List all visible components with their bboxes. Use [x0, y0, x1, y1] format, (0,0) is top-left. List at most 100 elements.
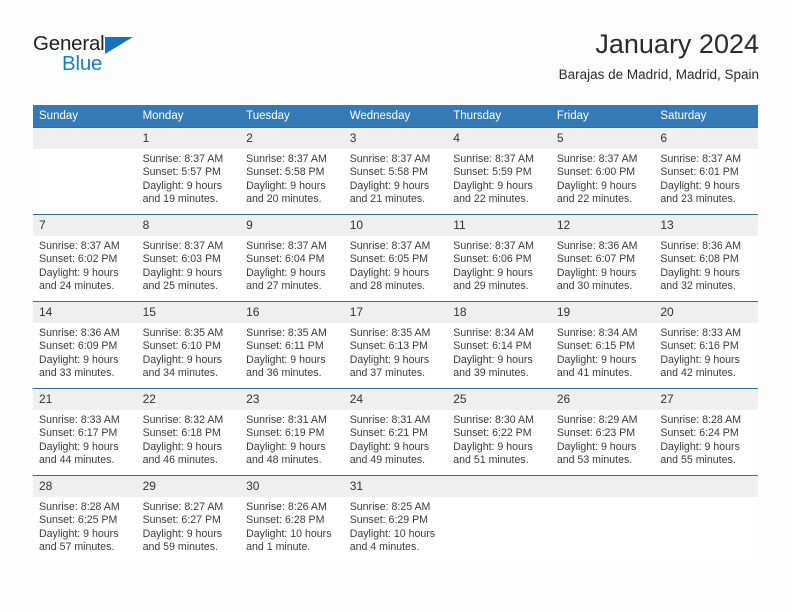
- calendar-day-cell[interactable]: 11 Sunrise: 8:37 AM Sunset: 6:06 PM Dayligh…: [447, 214, 551, 302]
- calendar-day-cell[interactable]: 21 Sunrise: 8:33 AM Sunset: 6:17 PM Dayligh…: [33, 388, 137, 476]
- day-details: Sunrise: 8:35 AM Sunset: 6:13 PM Daylight:…: [344, 323, 448, 380]
- calendar-day-cell[interactable]: 7 Sunrise: 8:37 AM Sunset: 6:02 PM Daylight…: [33, 214, 137, 302]
- calendar-day-cell[interactable]: 9 Sunrise: 8:37 AM Sunset: 6:04 PM Daylight…: [240, 214, 344, 302]
- day-detail-line: Daylight: 9 hours: [453, 353, 533, 366]
- day-detail-line: Daylight: 9 hours: [556, 440, 637, 453]
- day-number: 13: [654, 215, 758, 236]
- day-detail-line: Sunset: 6:23 PM: [556, 427, 636, 440]
- day-detail-line: Sunrise: 8:37 AM: [453, 240, 534, 252]
- day-detail-line: and 59 minutes.: [142, 540, 218, 553]
- day-detail-line: Sunrise: 8:37 AM: [349, 240, 431, 252]
- calendar-day-cell[interactable]: 29 Sunrise: 8:27 AM Sunset: 6:27 PM Dayligh…: [136, 475, 241, 562]
- day-detail-line: Sunset: 6:01 PM: [660, 166, 739, 179]
- calendar-day-cell[interactable]: 13 Sunrise: 8:36 AM Sunset: 6:08 PM Dayligh…: [654, 214, 758, 302]
- day-details: Sunrise: 8:37 AM Sunset: 6:01 PM Daylight:…: [654, 149, 758, 206]
- day-detail-line: and 1 minute.: [246, 540, 311, 553]
- calendar-day-cell[interactable]: 8 Sunrise: 8:37 AM Sunset: 6:03 PM Daylight…: [136, 214, 241, 302]
- day-detail-line: and 22 minutes.: [453, 192, 529, 205]
- day-detail-line: Daylight: 9 hours: [556, 266, 637, 279]
- logo-text-blue: Blue: [62, 52, 103, 75]
- day-number: 9: [240, 215, 344, 236]
- day-detail-line: Sunrise: 8:37 AM: [660, 153, 742, 165]
- weekday-header-friday: Friday: [550, 105, 655, 128]
- calendar-day-cell[interactable]: 15 Sunrise: 8:35 AM Sunset: 6:10 PM Dayligh…: [136, 301, 241, 389]
- day-detail-line: and 34 minutes.: [142, 366, 218, 379]
- calendar-day-cell[interactable]: 30 Sunrise: 8:26 AM Sunset: 6:28 PM Dayligh…: [240, 475, 344, 562]
- calendar-day-cell[interactable]: 3 Sunrise: 8:37 AM Sunset: 5:58 PM Daylight…: [343, 127, 448, 215]
- calendar-day-cell[interactable]: 2 Sunrise: 8:37 AM Sunset: 5:58 PM Daylight…: [240, 127, 344, 215]
- calendar-day-cell[interactable]: 28 Sunrise: 8:28 AM Sunset: 6:25 PM Dayligh…: [33, 475, 137, 562]
- day-detail-line: Sunset: 6:06 PM: [453, 253, 532, 266]
- day-details: Sunrise: 8:37 AM Sunset: 6:04 PM Daylight:…: [240, 236, 344, 293]
- calendar-day-cell[interactable]: 20 Sunrise: 8:33 AM Sunset: 6:16 PM Dayligh…: [654, 301, 758, 389]
- day-details: Sunrise: 8:37 AM Sunset: 5:57 PM Daylight:…: [137, 149, 241, 206]
- day-detail-line: Daylight: 9 hours: [246, 440, 326, 453]
- calendar-day-cell[interactable]: 24 Sunrise: 8:31 AM Sunset: 6:21 PM Dayligh…: [343, 388, 448, 476]
- day-details: Sunrise: 8:37 AM Sunset: 5:58 PM Daylight:…: [344, 149, 448, 206]
- day-detail-line: Sunset: 6:28 PM: [246, 514, 325, 527]
- day-detail-line: Sunset: 6:02 PM: [39, 253, 118, 266]
- day-details: Sunrise: 8:36 AM Sunset: 6:08 PM Daylight:…: [654, 236, 758, 293]
- day-detail-line: Sunrise: 8:32 AM: [142, 414, 224, 426]
- day-number: 11: [447, 215, 551, 236]
- day-detail-line: Sunrise: 8:28 AM: [39, 501, 120, 513]
- calendar-day-cell[interactable]: 23 Sunrise: 8:31 AM Sunset: 6:19 PM Dayligh…: [240, 388, 344, 476]
- day-detail-line: Daylight: 9 hours: [246, 179, 326, 192]
- calendar-day-cell[interactable]: 4 Sunrise: 8:37 AM Sunset: 5:59 PM Daylight…: [447, 127, 551, 215]
- calendar-day-cell[interactable]: 1 Sunrise: 8:37 AM Sunset: 5:57 PM Daylight…: [136, 127, 241, 215]
- calendar-day-cell-empty: [33, 127, 137, 215]
- day-detail-line: Sunset: 6:27 PM: [142, 514, 221, 527]
- day-details: Sunrise: 8:32 AM Sunset: 6:18 PM Daylight:…: [137, 410, 241, 467]
- calendar-day-cell-empty: [654, 475, 758, 562]
- day-detail-line: and 41 minutes.: [556, 366, 633, 379]
- day-detail-line: and 21 minutes.: [349, 192, 426, 205]
- day-details: Sunrise: 8:30 AM Sunset: 6:22 PM Daylight:…: [447, 410, 551, 467]
- day-detail-line: Sunset: 6:22 PM: [453, 427, 532, 440]
- weekday-header-sunday: Sunday: [33, 105, 137, 128]
- day-detail-line: Daylight: 9 hours: [142, 266, 223, 279]
- day-detail-line: Daylight: 9 hours: [453, 179, 533, 192]
- day-details: Sunrise: 8:25 AM Sunset: 6:29 PM Daylight:…: [344, 497, 448, 554]
- day-number: 17: [343, 302, 448, 323]
- day-detail-line: Daylight: 9 hours: [556, 179, 637, 192]
- day-detail-line: Sunset: 6:15 PM: [556, 340, 636, 353]
- day-detail-line: Sunrise: 8:34 AM: [453, 327, 534, 339]
- day-detail-line: and 25 minutes.: [142, 279, 218, 292]
- weekday-header-monday: Monday: [136, 105, 241, 128]
- calendar-week-row: 14 Sunrise: 8:36 AM Sunset: 6:09 PM Dayligh…: [33, 301, 758, 389]
- day-detail-line: and 48 minutes.: [246, 453, 322, 466]
- day-detail-line: and 24 minutes.: [39, 279, 115, 292]
- day-detail-line: Sunrise: 8:31 AM: [349, 414, 431, 426]
- calendar-day-cell[interactable]: 10 Sunrise: 8:37 AM Sunset: 6:05 PM Dayligh…: [343, 214, 448, 302]
- calendar-day-cell[interactable]: 22 Sunrise: 8:32 AM Sunset: 6:18 PM Dayligh…: [136, 388, 241, 476]
- day-detail-line: Sunset: 6:05 PM: [349, 253, 429, 266]
- day-detail-line: Sunrise: 8:37 AM: [142, 240, 224, 252]
- day-detail-line: and 39 minutes.: [453, 366, 529, 379]
- day-detail-line: Sunrise: 8:37 AM: [39, 240, 120, 252]
- calendar-day-cell-empty: [550, 475, 655, 562]
- calendar-day-cell[interactable]: 12 Sunrise: 8:36 AM Sunset: 6:07 PM Dayligh…: [550, 214, 655, 302]
- day-details: Sunrise: 8:33 AM Sunset: 6:16 PM Daylight:…: [654, 323, 758, 380]
- calendar-day-cell[interactable]: 18 Sunrise: 8:34 AM Sunset: 6:14 PM Dayligh…: [447, 301, 551, 389]
- day-detail-line: Daylight: 10 hours: [349, 527, 436, 540]
- day-detail-line: and 20 minutes.: [246, 192, 322, 205]
- calendar-day-cell[interactable]: 5 Sunrise: 8:37 AM Sunset: 6:00 PM Daylight…: [550, 127, 655, 215]
- day-number: 20: [654, 302, 758, 323]
- calendar-day-cell[interactable]: 19 Sunrise: 8:34 AM Sunset: 6:15 PM Dayligh…: [550, 301, 655, 389]
- calendar-day-cell[interactable]: 6 Sunrise: 8:37 AM Sunset: 6:01 PM Daylight…: [654, 127, 758, 215]
- calendar-day-cell[interactable]: 14 Sunrise: 8:36 AM Sunset: 6:09 PM Dayligh…: [33, 301, 137, 389]
- calendar-day-cell[interactable]: 31 Sunrise: 8:25 AM Sunset: 6:29 PM Dayligh…: [343, 475, 448, 562]
- calendar-day-cell[interactable]: 27 Sunrise: 8:28 AM Sunset: 6:24 PM Dayligh…: [654, 388, 758, 476]
- calendar-day-cell[interactable]: 26 Sunrise: 8:29 AM Sunset: 6:23 PM Dayligh…: [550, 388, 655, 476]
- day-detail-line: Sunrise: 8:29 AM: [556, 414, 638, 426]
- day-number: 6: [654, 128, 758, 149]
- calendar-day-cell[interactable]: 25 Sunrise: 8:30 AM Sunset: 6:22 PM Dayligh…: [447, 388, 551, 476]
- day-detail-line: and 29 minutes.: [453, 279, 529, 292]
- calendar-day-cell[interactable]: 17 Sunrise: 8:35 AM Sunset: 6:13 PM Dayligh…: [343, 301, 448, 389]
- weekday-header-tuesday: Tuesday: [240, 105, 344, 128]
- day-number: 1: [136, 128, 241, 149]
- day-detail-line: and 33 minutes.: [39, 366, 115, 379]
- generalblue-logo[interactable]: General Blue: [33, 32, 233, 82]
- day-detail-line: Daylight: 9 hours: [349, 353, 430, 366]
- calendar-day-cell[interactable]: 16 Sunrise: 8:35 AM Sunset: 6:11 PM Dayligh…: [240, 301, 344, 389]
